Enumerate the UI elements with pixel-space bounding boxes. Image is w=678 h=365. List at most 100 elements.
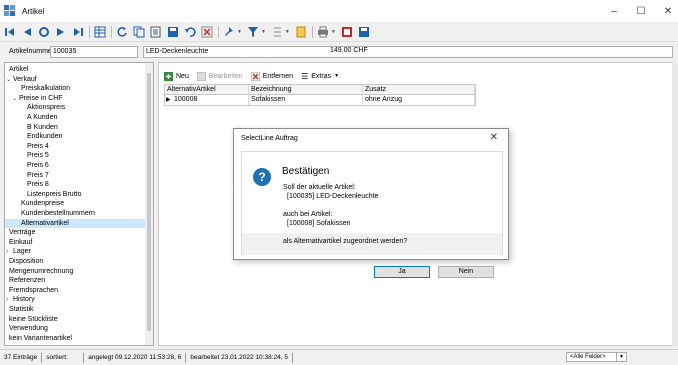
article-price: 149.00 CHF <box>330 47 368 54</box>
delete-icon[interactable] <box>201 26 213 38</box>
new-button[interactable]: Neu <box>164 71 189 81</box>
dialog-heading: Bestätigen <box>282 166 330 177</box>
extras-menu[interactable]: ☰ Extras ▼ <box>301 72 339 81</box>
tree-item[interactable]: Kundenbestellnummern <box>5 209 145 218</box>
close-button[interactable]: ✕ <box>652 0 678 22</box>
tree-item[interactable]: Preis 4 <box>5 142 145 151</box>
tree-item[interactable]: Verträge <box>5 228 145 237</box>
undo-icon[interactable] <box>184 26 196 38</box>
edit-button[interactable]: Bearbeiten <box>196 71 243 81</box>
next-record-icon[interactable] <box>55 26 67 38</box>
tree-item[interactable]: Fremdsprachen <box>5 286 145 295</box>
calculator-icon[interactable] <box>358 26 370 38</box>
row-pointer-icon: ▶ <box>166 97 171 103</box>
tree-item[interactable]: B Kunden <box>5 123 145 132</box>
sort-icon[interactable] <box>271 26 283 38</box>
save-icon[interactable] <box>167 26 179 38</box>
no-button[interactable]: Nein <box>438 266 494 278</box>
artikel-window: Artikel – ☐ ✕ ▼ ▼ ▼ ▼ Artikelnummer 1000… <box>0 0 678 365</box>
tree-item[interactable]: Alternativartikel <box>5 218 145 228</box>
tree-item[interactable]: Statistik <box>5 305 145 314</box>
tree-item[interactable]: kein Variantenartikel <box>5 334 145 343</box>
app-icon <box>4 5 15 16</box>
tree-item[interactable]: › History <box>5 295 145 304</box>
tree-item-label: Alternativartikel <box>21 219 69 227</box>
tree-item[interactable]: Mengenumrechnung <box>5 267 145 276</box>
dialog-text: als Alternativartikel zugeordnet werden? <box>283 238 408 245</box>
tree-item[interactable]: Listenpreis Brutto <box>5 190 145 199</box>
filter-icon[interactable] <box>247 26 259 38</box>
chevron-down-icon[interactable]: ▼ <box>237 29 242 35</box>
chevron-down-icon[interactable]: ▼ <box>616 352 627 362</box>
first-record-icon[interactable] <box>4 26 16 38</box>
column-header[interactable]: Bezeichnung <box>249 85 363 95</box>
tree-item[interactable]: Referenzen <box>5 276 145 285</box>
tree-item[interactable]: keine Stückliste <box>5 315 145 324</box>
tree-item[interactable]: Preis 6 <box>5 161 145 170</box>
tree-item[interactable]: Kundenpreise <box>5 199 145 208</box>
tree-item-label: A Kunden <box>27 114 58 121</box>
content-scrollbar[interactable] <box>672 62 678 346</box>
tree-item[interactable]: Preis 7 <box>5 171 145 180</box>
tree-item[interactable]: Preis 5 <box>5 151 145 160</box>
tree-item-label: Endkunden <box>27 133 63 141</box>
last-record-icon[interactable] <box>72 26 84 38</box>
edit-label: Bearbeiten <box>208 72 243 80</box>
article-number-field[interactable]: 100035 <box>50 46 138 58</box>
tree-item[interactable]: Verwendung <box>5 324 145 333</box>
grid-cell[interactable]: ohne Anzug <box>363 95 475 105</box>
tree-item[interactable]: Preis 8 <box>5 180 145 189</box>
tree-item[interactable]: Preiskalkulation <box>5 84 145 93</box>
tree-item[interactable]: ⌄ Verkauf <box>5 75 145 84</box>
pin-icon[interactable] <box>223 26 235 38</box>
edit-icon[interactable] <box>150 26 162 38</box>
prev-record-icon[interactable] <box>21 26 33 38</box>
tree-item[interactable]: ⌄ Preise in CHF <box>5 94 145 103</box>
edit-icon <box>196 71 206 81</box>
tree-item[interactable]: Aktionspreis <box>5 103 145 112</box>
created-info: angelegt 09.12.2020 11:53:28, 6 <box>84 352 187 363</box>
tree-item-label: Kundenpreise <box>21 200 65 208</box>
edited-info: bearbeitet 23.01.2022 10:38:24, 5 <box>186 352 293 363</box>
chevron-down-icon[interactable]: ▼ <box>261 29 266 35</box>
reload-icon[interactable] <box>116 26 128 38</box>
tree-item-label: Verwendung <box>9 325 48 333</box>
tree-item-label: Verträge <box>9 229 36 237</box>
chevron-down-icon[interactable]: ▼ <box>285 29 290 35</box>
tree-item-label: Preis 7 <box>27 171 49 179</box>
chevron-down-icon: ▼ <box>334 73 340 79</box>
tree-item[interactable]: Endkunden <box>5 132 145 141</box>
tree-item[interactable]: Artikel <box>5 65 145 74</box>
grid-cell[interactable]: Sofakissen <box>249 95 363 105</box>
tree-item[interactable]: Disposition <box>5 257 145 266</box>
grid-icon[interactable] <box>94 26 106 38</box>
new-icon <box>164 71 173 81</box>
tree-item[interactable]: Einkauf <box>5 238 145 247</box>
refresh-icon[interactable] <box>38 26 50 38</box>
yes-button[interactable]: Ja <box>374 266 430 278</box>
dialog-text: auch bei Artikel: <box>283 211 333 218</box>
remove-button[interactable]: Entfernen <box>250 71 293 81</box>
tree-item[interactable]: › Lager <box>5 247 145 256</box>
link-icon[interactable] <box>295 26 307 38</box>
tree-item[interactable]: A Kunden <box>5 113 145 122</box>
chevron-down-icon[interactable]: ▼ <box>331 29 336 35</box>
dialog-close-button[interactable]: ✕ <box>490 132 498 143</box>
table-row[interactable]: ▶ 100008 Sofakissen ohne Anzug <box>165 95 475 105</box>
pdf-icon[interactable] <box>341 26 353 38</box>
column-header[interactable]: Zusatz <box>363 85 475 95</box>
article-number-label: Artikelnummer <box>9 48 55 55</box>
grid-cell[interactable]: 100008 <box>172 95 249 105</box>
tree-scrollbar[interactable] <box>145 63 153 345</box>
tree-item-label: Preis 5 <box>27 152 49 160</box>
new-label: Neu <box>176 72 189 80</box>
tree-item-label: Statistik <box>9 306 34 313</box>
column-header[interactable]: AlternativArtikel <box>165 85 249 95</box>
dialog-text: [100035] LED-Deckenleuchte <box>287 193 379 200</box>
remove-icon <box>250 71 260 81</box>
copy-icon[interactable] <box>133 26 145 38</box>
tree-scrollbar-thumb[interactable] <box>147 73 151 331</box>
tree-item-label: Artikel <box>9 66 29 73</box>
article-name-field[interactable]: LED-Deckenleuchte <box>143 46 673 58</box>
print-icon[interactable] <box>317 26 329 38</box>
